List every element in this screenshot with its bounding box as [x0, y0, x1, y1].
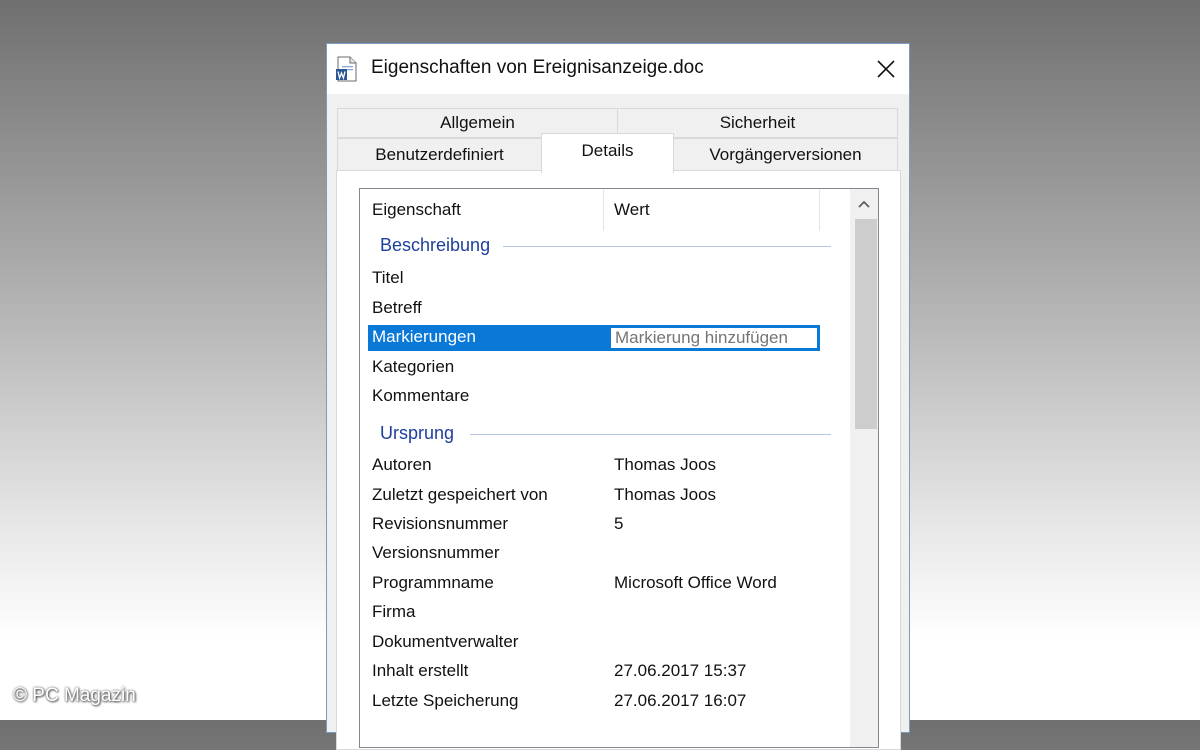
chevron-up-icon	[858, 200, 870, 208]
property-name: Zuletzt gespeichert von	[372, 485, 548, 504]
property-name: Kommentare	[372, 386, 470, 405]
tab-vorgaengerversionen[interactable]: Vorgängerversionen	[673, 138, 898, 171]
property-value: 27.06.2017 15:37	[614, 661, 747, 680]
property-row-markierungen[interactable]: Markierungen	[368, 325, 820, 351]
window-title: Eigenschaften von Ereignisanzeige.doc	[371, 57, 704, 78]
tab-benutzerdefiniert[interactable]: Benutzerdefiniert	[337, 138, 542, 171]
tab-label: Allgemein	[440, 113, 515, 132]
group-divider	[470, 434, 831, 435]
property-name: Revisionsnummer	[372, 514, 509, 533]
title-bar: Eigenschaften von Ereignisanzeige.doc	[327, 44, 909, 94]
property-row-versionsnummer[interactable]: Versionsnummer	[368, 541, 820, 567]
property-row-zuletzt-gespeichert-von[interactable]: Zuletzt gespeichert von Thomas Joos	[368, 483, 820, 509]
scroll-up-button[interactable]	[850, 189, 878, 219]
property-row-dokumentverwalter[interactable]: Dokumentverwalter	[368, 630, 820, 656]
word-document-icon	[336, 56, 357, 82]
property-row-kommentare[interactable]: Kommentare	[368, 384, 820, 410]
property-row-inhalt-erstellt[interactable]: Inhalt erstellt 27.06.2017 15:37	[368, 659, 820, 685]
property-name: Inhalt erstellt	[372, 661, 469, 680]
tab-details[interactable]: Details	[541, 133, 674, 173]
property-row-firma[interactable]: Firma	[368, 600, 820, 626]
property-name: Dokumentverwalter	[372, 632, 519, 651]
close-icon	[877, 60, 895, 78]
property-name: Kategorien	[372, 357, 455, 376]
tab-label: Benutzerdefiniert	[375, 144, 504, 164]
property-name: Titel	[372, 268, 404, 287]
property-value: 27.06.2017 16:07	[614, 691, 747, 710]
property-name: Versionsnummer	[372, 543, 500, 562]
properties-dialog: Eigenschaften von Ereignisanzeige.doc Al…	[326, 43, 910, 750]
details-tab-panel: Eigenschaft Wert Beschreibung Titel Betr…	[336, 170, 901, 750]
property-list[interactable]: Eigenschaft Wert Beschreibung Titel Betr…	[359, 188, 879, 748]
property-name: Letzte Speicherung	[372, 691, 519, 710]
property-value: 5	[614, 514, 624, 533]
close-button[interactable]	[863, 44, 909, 94]
property-name: Betreff	[372, 298, 422, 317]
group-title-ursprung[interactable]: Ursprung	[380, 423, 454, 444]
column-header-label: Eigenschaft	[372, 200, 461, 219]
property-name: Autoren	[372, 455, 432, 474]
group-divider	[503, 246, 831, 247]
tab-label: Details	[581, 141, 634, 160]
watermark: © PC Magazin	[13, 685, 136, 706]
property-row-revisionsnummer[interactable]: Revisionsnummer 5	[368, 512, 820, 538]
vertical-scrollbar[interactable]	[850, 189, 878, 747]
property-name: Markierungen	[372, 327, 476, 346]
column-header-label: Wert	[614, 200, 650, 219]
property-name: Programmname	[372, 573, 494, 592]
property-row-letzte-speicherung[interactable]: Letzte Speicherung 27.06.2017 16:07	[368, 689, 820, 715]
property-name: Firma	[372, 602, 416, 621]
property-row-programmname[interactable]: Programmname Microsoft Office Word	[368, 571, 820, 597]
tab-label: Vorgängerversionen	[709, 144, 862, 164]
property-value: Thomas Joos	[614, 455, 717, 474]
tags-input[interactable]	[610, 327, 818, 349]
property-row-titel[interactable]: Titel	[368, 266, 820, 292]
property-row-betreff[interactable]: Betreff	[368, 296, 820, 322]
group-title-beschreibung[interactable]: Beschreibung	[380, 235, 490, 256]
column-separator[interactable]	[819, 189, 820, 231]
scroll-thumb[interactable]	[855, 219, 877, 429]
property-row-kategorien[interactable]: Kategorien	[368, 355, 820, 381]
property-row-autoren[interactable]: Autoren Thomas Joos	[368, 453, 820, 479]
property-value: Microsoft Office Word	[614, 573, 777, 592]
property-value: Thomas Joos	[614, 485, 717, 504]
column-header-value[interactable]: Wert	[604, 189, 820, 231]
tab-label: Sicherheit	[719, 113, 796, 132]
column-header-property[interactable]: Eigenschaft	[360, 189, 604, 231]
